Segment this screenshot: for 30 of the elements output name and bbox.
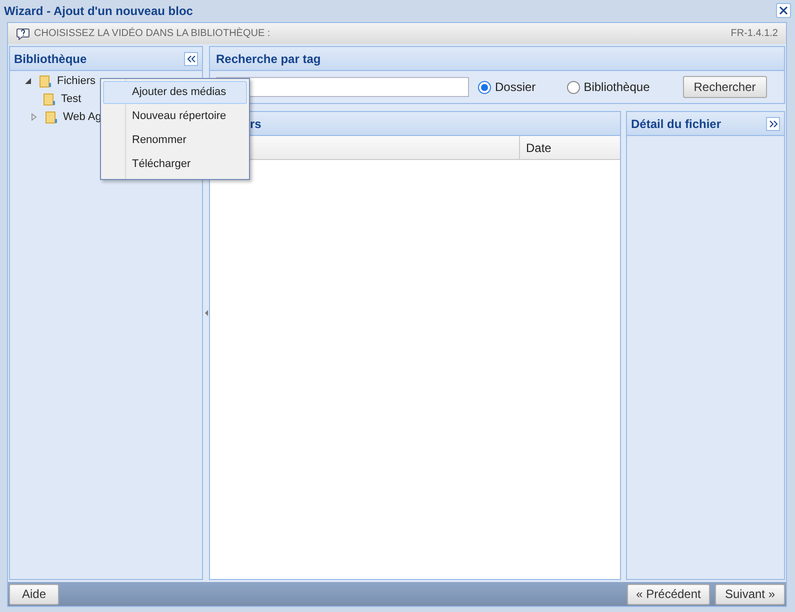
panel-title: rs [250,116,262,132]
expand-right-icon[interactable] [766,116,780,130]
radio-label[interactable]: Dossier [495,78,536,96]
instruction-text: CHOISISSEZ LA VIDÉO DANS LA BIBLIOTHÈQUE : [34,26,270,41]
expanded-triangle-icon[interactable] [24,77,32,85]
folder-icon [43,92,56,106]
radio-button[interactable] [478,80,491,94]
window-title: Wizard - Ajout d'un nouveau bloc [4,2,193,20]
radio-label[interactable]: Bibliothèque [584,78,650,96]
collapsed-triangle-icon[interactable] [30,113,38,121]
radio-button[interactable] [566,80,580,94]
menu-item[interactable]: Renommer [103,129,247,152]
tree-item[interactable]: Test [61,90,82,108]
panel-title: Recherche par tag [216,50,321,68]
search-button[interactable]: Rechercher [682,76,767,98]
close-icon[interactable] [776,3,791,18]
collapse-left-icon[interactable] [184,52,198,66]
tree-item[interactable]: Fichiers [57,72,96,90]
version-label: FR-1.4.1.2 [730,27,778,41]
folder-icon [39,74,52,88]
panel-title: Bibliothèque [14,50,87,68]
panel-title: Détail du fichier [631,116,722,132]
menu-item[interactable]: Télécharger [103,153,247,176]
help-button[interactable]: Aide [9,584,60,604]
folder-icon [45,110,58,124]
previous-button[interactable]: « Précédent [627,584,710,604]
help-bubble-icon [16,28,30,40]
menu-item[interactable]: Nouveau répertoire [103,105,247,128]
menu-item[interactable]: Ajouter des médias [103,81,247,104]
next-button[interactable]: Suivant » [715,584,785,604]
